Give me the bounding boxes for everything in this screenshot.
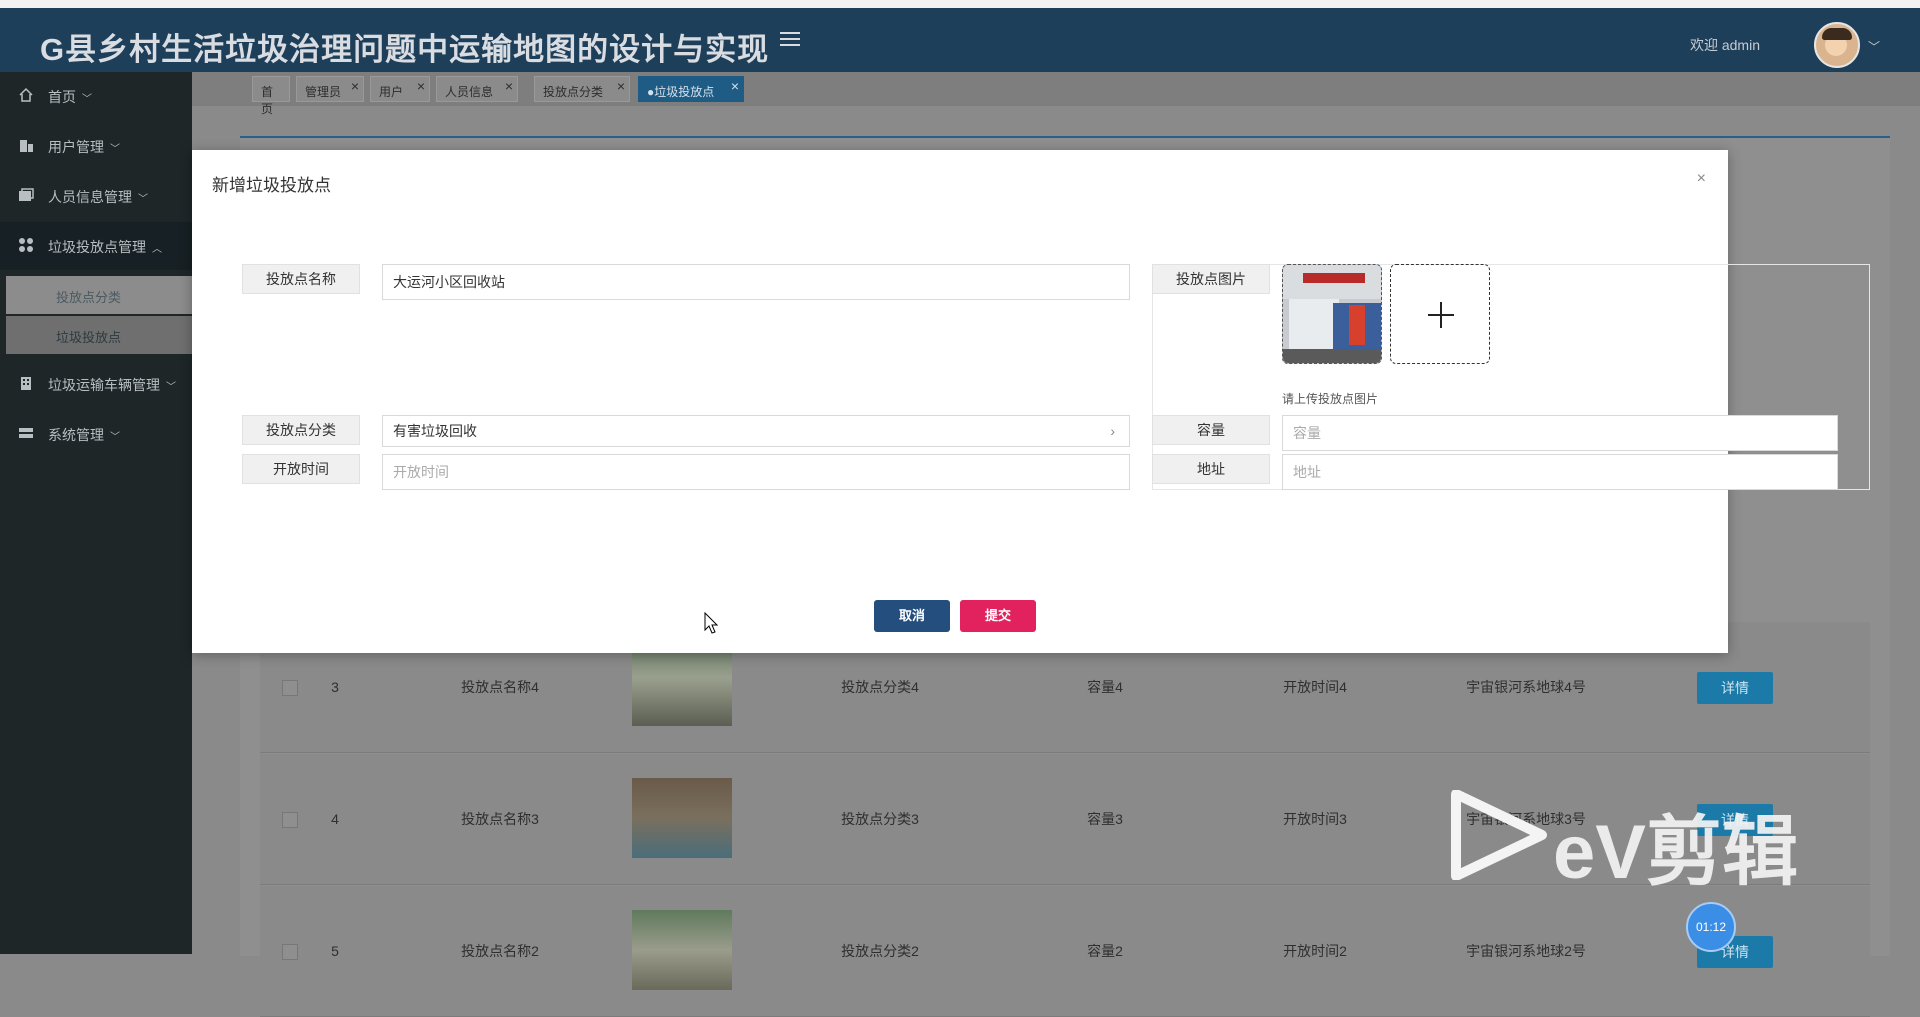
chevron-down-icon[interactable]: ﹀ [1868, 38, 1880, 55]
tab-category[interactable]: 投放点分类 × [534, 76, 630, 102]
row-name: 投放点名称3 [461, 811, 539, 827]
capacity-label: 容量 [1152, 415, 1270, 445]
open-time-input[interactable]: 开放时间 [382, 454, 1130, 490]
row-open-time: 开放时间3 [1283, 811, 1347, 827]
row-address: 宇宙银河系地球2号 [1466, 943, 1586, 959]
sidebar-item-label: 首页 [48, 89, 76, 105]
row-index: 5 [331, 943, 339, 959]
image-label: 投放点图片 [1152, 264, 1270, 294]
sidebar-subitem-label: 垃圾投放点 [56, 330, 122, 345]
close-icon[interactable]: × [1697, 170, 1706, 188]
submit-button[interactable]: 提交 [960, 600, 1036, 632]
sidebar-item-users[interactable]: 用户管理 ﹀ [0, 122, 192, 170]
recording-timer: 01:12 [1686, 902, 1736, 952]
grid-icon [19, 238, 33, 252]
capacity-input[interactable]: 容量 [1282, 415, 1838, 451]
sidebar-item-personnel[interactable]: 人员信息管理 ﹀ [0, 172, 192, 220]
row-capacity: 容量3 [1087, 811, 1123, 827]
sidebar-item-label: 人员信息管理 [48, 189, 132, 205]
building-icon [21, 377, 31, 390]
row-checkbox[interactable] [282, 680, 298, 696]
sidebar-subitem-dropoff[interactable]: 垃圾投放点 [6, 316, 192, 354]
sidebar-item-system[interactable]: 系统管理 ﹀ [0, 410, 192, 458]
row-open-time: 开放时间2 [1283, 943, 1347, 959]
sidebar: 首页 ﹀ 用户管理 ﹀ 人员信息管理 ﹀ 垃圾投放点管理 ︿ 投放点分类 垃圾投放点 垃… [0, 72, 192, 954]
uploaded-image-preview[interactable] [1282, 264, 1382, 364]
close-icon[interactable]: × [505, 78, 513, 94]
watermark-text: eV剪辑 [1553, 810, 1798, 895]
row-image [632, 778, 732, 858]
home-icon [19, 87, 33, 102]
server-icon [19, 428, 33, 438]
category-select[interactable]: 有害垃圾回收 › [382, 415, 1130, 447]
sidebar-item-label: 用户管理 [48, 139, 104, 155]
welcome-text: 欢迎 admin [1689, 37, 1760, 53]
row-category: 投放点分类3 [841, 811, 919, 827]
building-icon [20, 140, 33, 152]
name-label: 投放点名称 [242, 264, 360, 294]
row-index: 4 [331, 811, 339, 827]
address-label: 地址 [1152, 454, 1270, 484]
close-icon[interactable]: × [731, 78, 739, 94]
tab-admin[interactable]: 管理员 × [296, 76, 364, 102]
upload-hint: 请上传投放点图片 [1282, 392, 1379, 406]
tab-home[interactable]: 首页 [252, 76, 290, 116]
row-name: 投放点名称2 [461, 943, 539, 959]
sidebar-item-dropoff-management[interactable]: 垃圾投放点管理 ︿ [0, 222, 192, 270]
upload-button[interactable] [1390, 264, 1490, 364]
row-checkbox[interactable] [282, 812, 298, 828]
folder-icon [19, 188, 34, 201]
sidebar-item-label: 系统管理 [48, 427, 104, 443]
chevron-right-icon: › [1110, 423, 1115, 439]
table-row: 5 投放点名称2 投放点分类2 容量2 开放时间2 宇宙银河系地球2号 详情 [260, 886, 1870, 1017]
sidebar-subitem-category[interactable]: 投放点分类 [6, 276, 192, 314]
sidebar-subitem-label: 投放点分类 [56, 290, 122, 305]
sidebar-item-label: 垃圾投放点管理 [48, 239, 146, 255]
close-icon[interactable]: × [417, 78, 425, 94]
tabs-bar: 首页 管理员 × 用户 × 人员信息 × 投放点分类 × ●垃圾投放点 × [192, 72, 1920, 116]
row-checkbox[interactable] [282, 944, 298, 960]
mouse-cursor-icon [704, 612, 718, 634]
row-image [632, 910, 732, 990]
sidebar-item-vehicles[interactable]: 垃圾运输车辆管理 ﹀ [0, 360, 192, 408]
sidebar-item-label: 垃圾运输车辆管理 [48, 377, 160, 393]
menu-toggle-icon[interactable] [780, 32, 800, 50]
category-label: 投放点分类 [242, 415, 360, 445]
row-capacity: 容量2 [1087, 943, 1123, 959]
detail-button[interactable]: 详情 [1697, 672, 1773, 704]
open-time-label: 开放时间 [242, 454, 360, 484]
close-icon[interactable]: × [351, 78, 359, 94]
close-icon[interactable]: × [617, 78, 625, 94]
add-dropoff-modal: 新增垃圾投放点 × 投放点名称 大运河小区回收站 投放点图片 请上传投放点图片 … [192, 150, 1870, 653]
modal-title: 新增垃圾投放点 [212, 176, 331, 195]
app-header: G县乡村生活垃圾治理问题中运输地图的设计与实现 欢迎 admin ﹀ [0, 8, 1920, 72]
row-image [632, 646, 732, 726]
name-input[interactable]: 大运河小区回收站 [382, 264, 1130, 300]
play-logo-icon [1451, 790, 1547, 880]
top-strip [0, 0, 1920, 8]
category-value: 有害垃圾回收 [393, 423, 477, 439]
tab-personnel[interactable]: 人员信息 × [436, 76, 518, 102]
cancel-button[interactable]: 取消 [874, 600, 950, 632]
tab-dropoff[interactable]: ●垃圾投放点 × [638, 76, 744, 102]
app-title: G县乡村生活垃圾治理问题中运输地图的设计与实现 [40, 32, 770, 67]
address-input[interactable]: 地址 [1282, 454, 1838, 490]
sidebar-item-home[interactable]: 首页 ﹀ [0, 72, 192, 120]
avatar[interactable] [1814, 22, 1860, 68]
tab-user[interactable]: 用户 × [370, 76, 430, 102]
row-category: 投放点分类2 [841, 943, 919, 959]
